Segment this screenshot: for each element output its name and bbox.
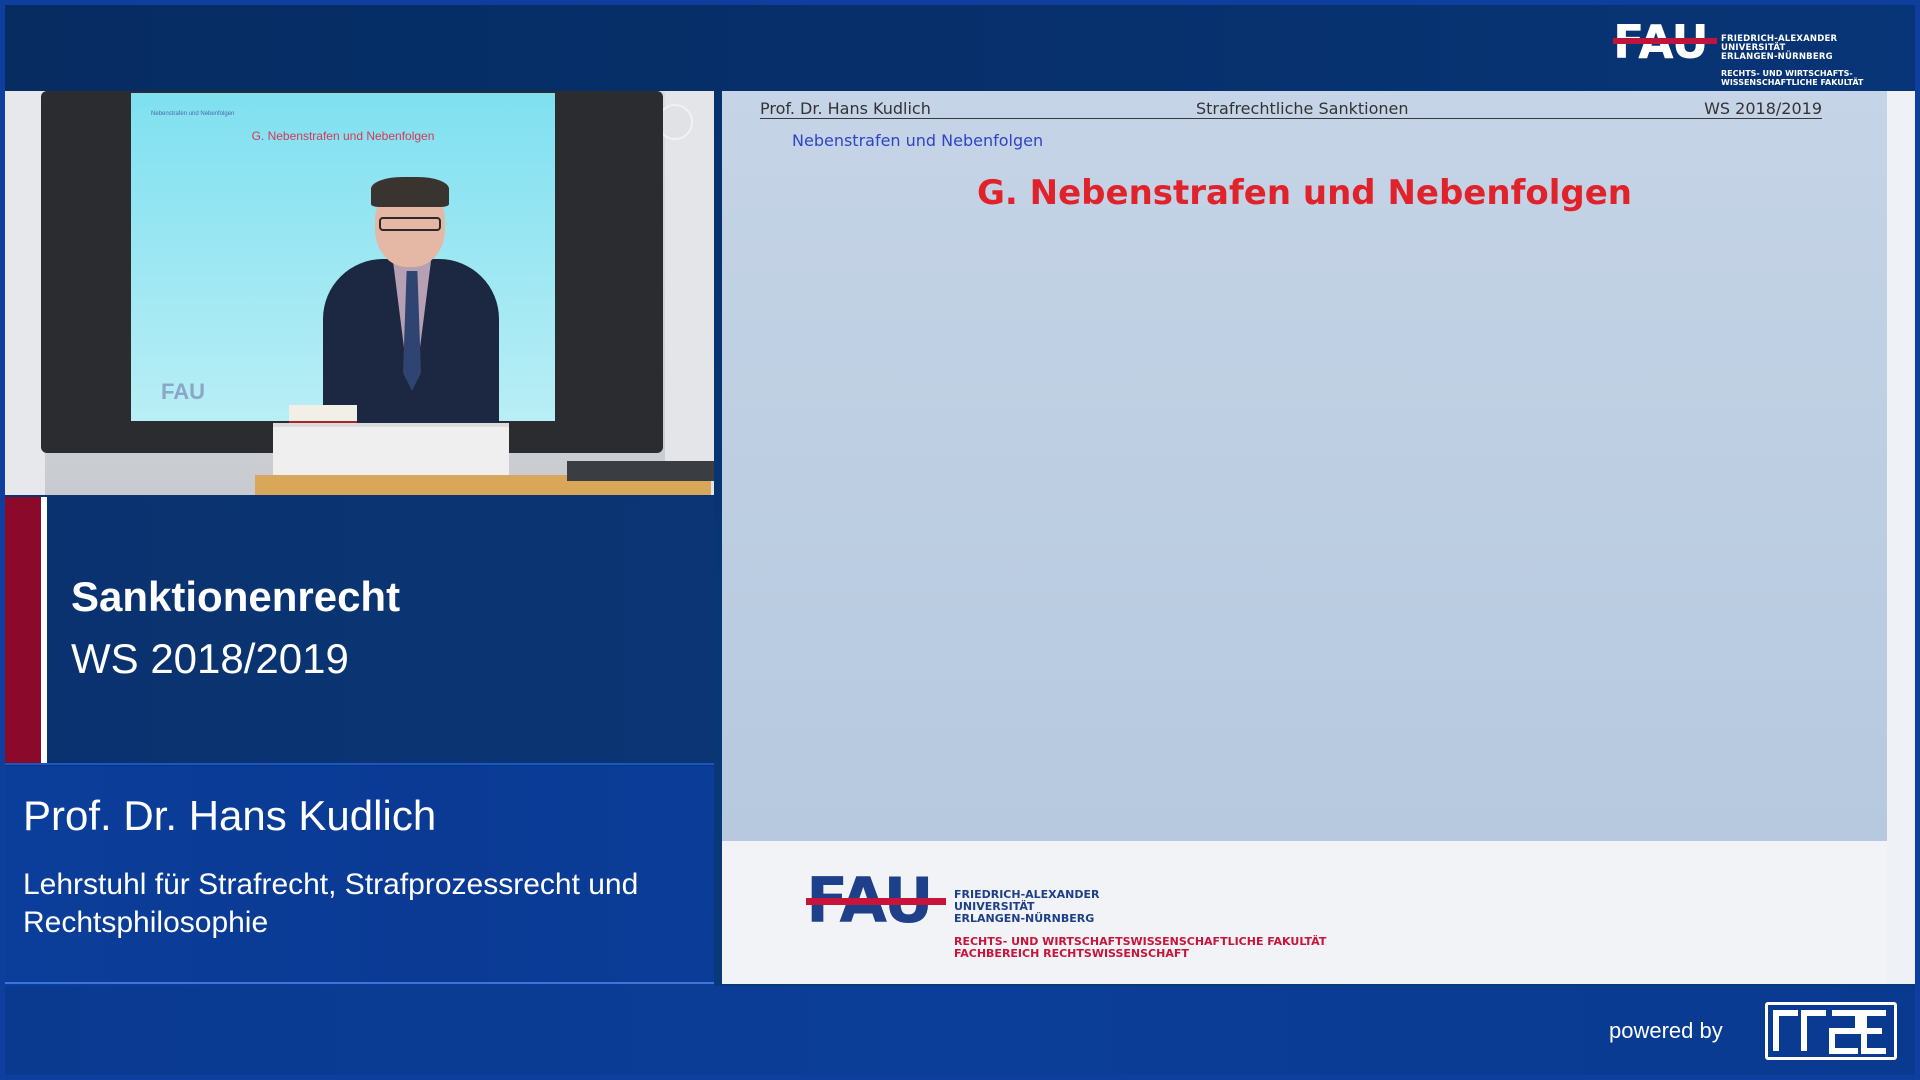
slide-section-title: Nebenstrafen und Nebenfolgen [792, 131, 1044, 150]
monitor [567, 461, 714, 481]
slide-fau-university-text: FRIEDRICH-ALEXANDER UNIVERSITÄT ERLANGEN… [954, 888, 1100, 925]
slide-fau-logo-stripe [806, 898, 946, 905]
fau-logo-university-text: FRIEDRICH-ALEXANDER UNIVERSITÄT ERLANGEN… [1721, 34, 1838, 62]
title-accent-bar [5, 497, 41, 763]
fau-logo-top: FAU FRIEDRICH-ALEXANDER UNIVERSITÄT ERLA… [1613, 19, 1873, 89]
speaker-glasses [379, 217, 441, 231]
slide-heading: G. Nebenstrafen und Nebenfolgen [977, 173, 1632, 213]
slide-fau-faculty-text: RECHTS- UND WIRTSCHAFTSWISSENSCHAFTLICHE… [954, 935, 1327, 960]
top-bar: FAU FRIEDRICH-ALEXANDER UNIVERSITÄT ERLA… [5, 5, 1915, 91]
slide-header: Prof. Dr. Hans Kudlich Strafrechtliche S… [760, 97, 1822, 119]
projected-slide-section: Nebenstrafen und Nebenfolgen [151, 111, 235, 117]
presenter-divider [5, 982, 714, 984]
fau-logo-mark: FAU [1613, 19, 1717, 65]
slide-header-course: Strafrechtliche Sanktionen [1196, 99, 1409, 118]
projected-slide-logo: FAU [161, 379, 205, 404]
slide-header-term: WS 2018/2019 [1704, 99, 1822, 118]
presenter-name: Prof. Dr. Hans Kudlich [23, 792, 437, 839]
speaker-video: Nebenstrafen und Nebenfolgen G. Nebenstr… [5, 91, 714, 495]
slide-footer: FAU FRIEDRICH-ALEXANDER UNIVERSITÄT ERLA… [722, 841, 1887, 984]
video-wall-left [5, 91, 45, 495]
slide-right-margin [1887, 91, 1915, 984]
projected-slide-title: G. Nebenstrafen und Nebenfolgen [251, 129, 435, 143]
course-term: WS 2018/2019 [71, 635, 349, 682]
presenter-chair: Lehrstuhl für Strafrecht, Strafprozessre… [23, 868, 639, 939]
course-title: Sanktionenrecht [71, 573, 401, 620]
speaker-hair [371, 177, 449, 207]
slide-header-author: Prof. Dr. Hans Kudlich [760, 99, 931, 118]
fau-logo-stripe [1613, 38, 1717, 44]
video-wall-right [665, 91, 714, 495]
course-title-card: Sanktionenrecht WS 2018/2019 [5, 497, 714, 765]
powered-by-label: powered by [1609, 1018, 1723, 1043]
title-accent-line [41, 497, 47, 763]
presentation-slide: Prof. Dr. Hans Kudlich Strafrechtliche S… [722, 91, 1915, 984]
bottom-bar: powered by [5, 986, 1915, 1075]
rrze-logo-icon [1765, 1002, 1897, 1060]
presenter-card: Prof. Dr. Hans Kudlich Lehrstuhl für Str… [5, 766, 714, 986]
slide-fau-logo: FAU [806, 870, 966, 932]
slide-content-area: Prof. Dr. Hans Kudlich Strafrechtliche S… [722, 91, 1887, 841]
fau-logo-faculty-text: RECHTS- UND WIRTSCHAFTS- WISSENSCHAFTLIC… [1721, 69, 1864, 87]
